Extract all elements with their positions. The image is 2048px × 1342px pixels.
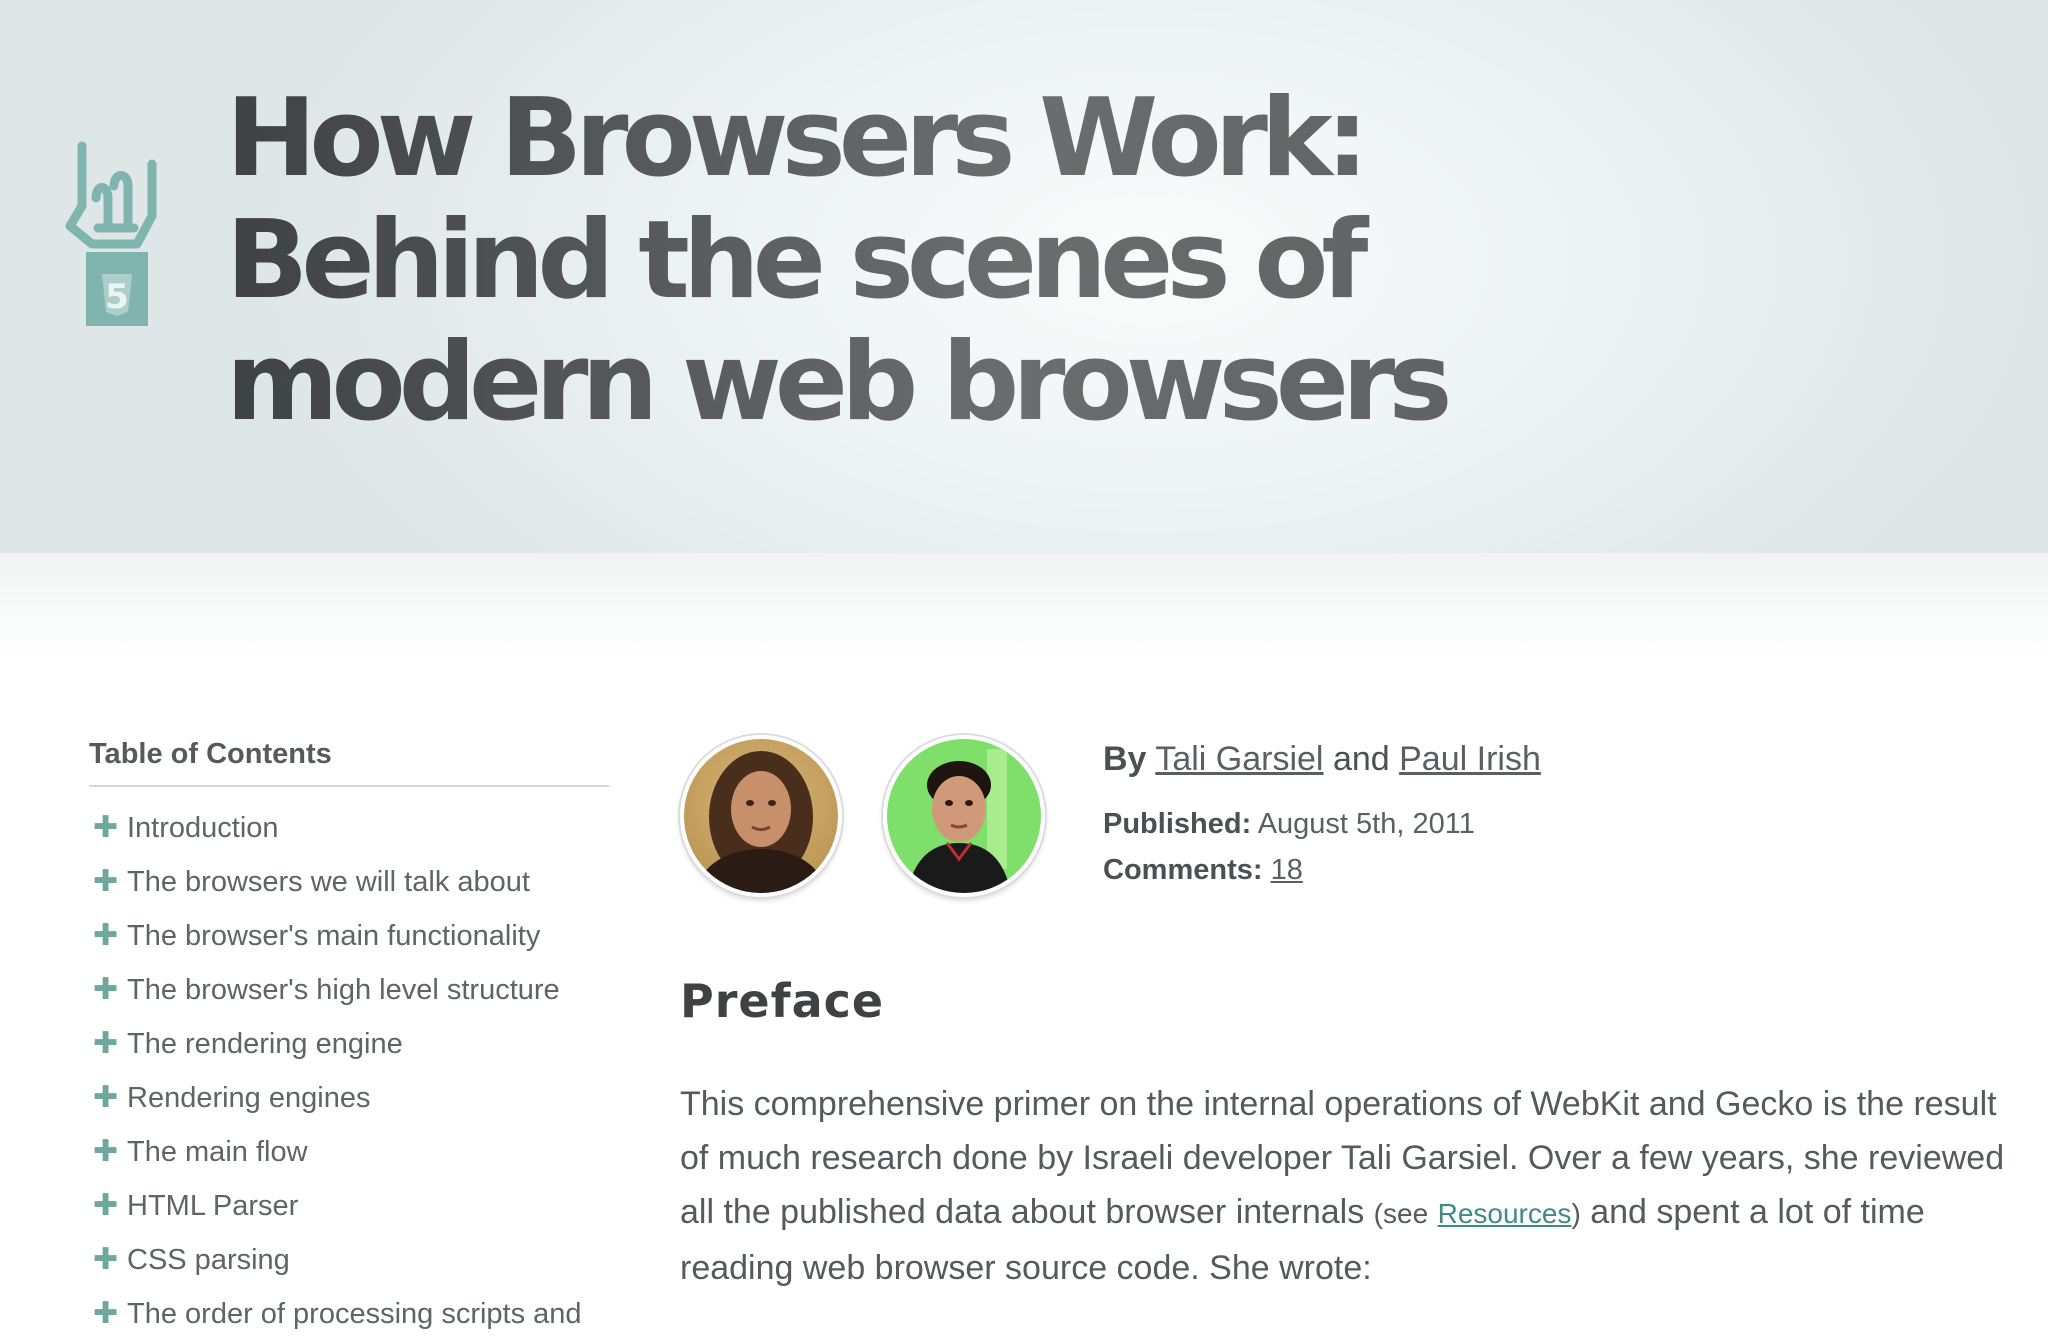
toc-item[interactable]: ✚ Rendering engines [89,1071,609,1125]
plus-icon: ✚ [93,1081,119,1114]
plus-icon: ✚ [93,1297,119,1330]
published-date: Published: August 5th, 2011 [1103,808,1475,841]
toc-item-label: The browser's main functionality [127,920,541,952]
avatar-paul-irish[interactable] [883,735,1045,897]
toc-heading: Table of Contents [89,738,609,787]
preface-heading: Preface [680,974,885,1028]
html5-rock-hand-icon[interactable]: 5 [62,136,172,336]
toc-item[interactable]: ✚ HTML Parser [89,1179,609,1233]
plus-icon: ✚ [93,865,119,898]
avatar-tali-garsiel[interactable] [680,735,842,897]
toc-item[interactable]: ✚ The browsers we will talk about [89,855,609,909]
published-value: August 5th, 2011 [1257,808,1475,840]
close-paren: ) [1571,1198,1581,1229]
comments-label: Comments: [1103,854,1263,886]
author-byline: By Tali Garsiel and Paul Irish [1103,740,1541,779]
toc-item-label: The rendering engine [127,1028,403,1060]
page-title: How Browsers Work: Behind the scenes of … [226,78,1666,444]
plus-icon: ✚ [93,1027,119,1060]
toc-item[interactable]: ✚ The browser's main functionality [89,909,609,963]
comments-link[interactable]: 18 [1271,854,1303,886]
and-label: and [1332,740,1390,778]
toc-item-label: The browsers we will talk about [127,866,530,898]
comments-count: Comments: 18 [1103,854,1303,887]
published-label: Published: [1103,808,1252,840]
see-label: (see [1373,1198,1429,1229]
toc-item-label: Introduction [127,812,279,844]
toc-item-label: CSS parsing [127,1244,290,1276]
toc-item[interactable]: ✚ The main flow [89,1125,609,1179]
plus-icon: ✚ [93,1135,119,1168]
plus-icon: ✚ [93,811,119,844]
toc-item-label: The main flow [127,1136,308,1168]
toc-item-label: Rendering engines [127,1082,371,1114]
plus-icon: ✚ [93,919,119,952]
by-label: By [1103,740,1147,778]
resources-link[interactable]: Resources [1438,1198,1572,1229]
toc-list: ✚ Introduction ✚ The browsers we will talk … [89,801,609,1341]
toc-item-label: The browser's high level structure [127,974,560,1006]
toc-item[interactable]: ✚ The browser's high level structure [89,963,609,1017]
toc-item[interactable]: ✚ The rendering engine [89,1017,609,1071]
table-of-contents: Table of Contents ✚ Introduction ✚ The brow… [89,738,609,1341]
toc-item[interactable]: ✚ CSS parsing [89,1233,609,1287]
html5-badge-number: 5 [105,277,129,317]
toc-item-label: HTML Parser [127,1190,299,1222]
plus-icon: ✚ [93,973,119,1006]
author-link-tali-garsiel[interactable]: Tali Garsiel [1155,740,1323,778]
author-link-paul-irish[interactable]: Paul Irish [1399,740,1541,778]
preface-paragraph: This comprehensive primer on the interna… [680,1077,2010,1295]
toc-item-label: The order of processing scripts and [127,1298,582,1330]
toc-item[interactable]: ✚ The order of processing scripts and [89,1287,609,1341]
plus-icon: ✚ [93,1243,119,1276]
toc-item[interactable]: ✚ Introduction [89,801,609,855]
header-shadow [0,553,2048,663]
plus-icon: ✚ [93,1189,119,1222]
